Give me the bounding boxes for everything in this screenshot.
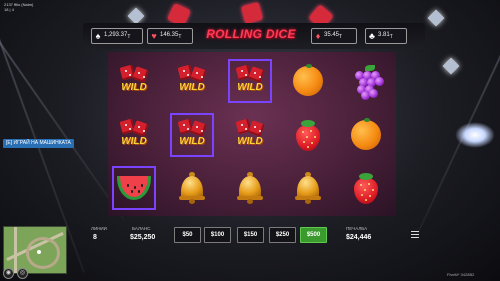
wild-symbol: WILD bbox=[116, 64, 152, 98]
eye-off-icon[interactable]: ◎ bbox=[17, 268, 28, 279]
reel-cell-wild: WILD bbox=[228, 59, 272, 103]
slot-bottom-bar: ЛИНИИ 8 БАЛАНС $25,250 $50 $100 $150 $25… bbox=[83, 216, 425, 252]
reel-cell-strawberry bbox=[287, 114, 329, 156]
eye-icon[interactable]: ◉ bbox=[3, 268, 14, 279]
game-title: ROLLING DICE bbox=[206, 27, 296, 41]
wild-label: WILD bbox=[237, 136, 263, 147]
wild-symbol: WILD bbox=[232, 64, 268, 98]
stat-value: 146.35T bbox=[160, 31, 182, 41]
bell-symbol bbox=[178, 172, 206, 204]
stat-value: 35.45T bbox=[324, 31, 343, 41]
light-glow bbox=[455, 122, 495, 148]
bet-button-100[interactable]: $100 bbox=[204, 227, 231, 243]
reel-cell-orange bbox=[287, 60, 329, 102]
gem-decoration bbox=[442, 57, 460, 75]
stat-spades: ♠ 1,293.37T bbox=[91, 28, 143, 44]
gem-decoration bbox=[127, 7, 145, 25]
stat-value: 3.81T bbox=[378, 31, 393, 41]
reel-cell-strawberry bbox=[345, 167, 387, 209]
player-hud: 2137 fflio (Naim) 18 | 4 bbox=[4, 2, 33, 12]
bet-button-250[interactable]: $250 bbox=[269, 227, 296, 243]
stat-hearts: ♥ 146.35T bbox=[147, 28, 193, 44]
diamond-icon: ♦ bbox=[315, 31, 321, 41]
wild-label: WILD bbox=[237, 82, 263, 93]
reel-cell-wild: WILD bbox=[113, 60, 155, 102]
reel-cell-wild: WILD bbox=[171, 60, 213, 102]
player-blip bbox=[37, 250, 41, 254]
balance-value: $25,250 bbox=[130, 234, 156, 241]
minimap-icons: ◉ ◎ bbox=[3, 268, 28, 279]
dice-decoration bbox=[240, 1, 264, 25]
reel-cell-bell bbox=[171, 167, 213, 209]
reel-cell-grapes bbox=[345, 60, 387, 102]
wild-label: WILD bbox=[179, 136, 205, 147]
bell-symbol bbox=[236, 172, 264, 204]
wild-symbol: WILD bbox=[116, 118, 152, 152]
strawberry-symbol bbox=[352, 172, 380, 204]
watermelon-symbol bbox=[117, 176, 151, 200]
wild-symbol: WILD bbox=[232, 118, 268, 152]
gem-decoration bbox=[427, 9, 445, 27]
wild-symbol: WILD bbox=[174, 118, 210, 152]
stat-diamonds: ♦ 35.45T bbox=[311, 28, 357, 44]
minimap bbox=[3, 226, 67, 274]
hud-line: 18 | 4 bbox=[4, 7, 14, 12]
winnings-label: ПЕЧАЛБА bbox=[346, 226, 368, 231]
bet-button-500[interactable]: $500 bbox=[300, 227, 327, 243]
spade-icon: ♠ bbox=[95, 31, 101, 41]
slot-top-bar: ♠ 1,293.37T ♥ 146.35T ROLLING DICE ♦ 35.… bbox=[83, 23, 425, 49]
watermark: FiveM* 3428B2 bbox=[447, 272, 475, 277]
bet-button-50[interactable]: $50 bbox=[174, 227, 201, 243]
stat-value: 1,293.37T bbox=[104, 31, 131, 41]
strawberry-symbol bbox=[294, 119, 322, 151]
reel-cell-wild: WILD bbox=[229, 114, 271, 156]
grapes-symbol bbox=[351, 65, 384, 100]
wild-label: WILD bbox=[121, 82, 147, 93]
lines-label: ЛИНИИ bbox=[91, 226, 107, 231]
wild-label: WILD bbox=[179, 82, 205, 93]
reel-grid: WILD WILD WILD WILD WILD WILD bbox=[108, 52, 396, 216]
reel-cell-watermelon bbox=[112, 166, 156, 210]
bell-symbol bbox=[294, 172, 322, 204]
club-icon: ♣ bbox=[369, 31, 375, 41]
slot-machine: ♠ 1,293.37T ♥ 146.35T ROLLING DICE ♦ 35.… bbox=[83, 23, 425, 243]
orange-symbol bbox=[351, 118, 381, 150]
menu-icon[interactable] bbox=[411, 231, 419, 238]
reel-cell-wild: WILD bbox=[113, 114, 155, 156]
wild-label: WILD bbox=[121, 136, 147, 147]
bet-button-150[interactable]: $150 bbox=[237, 227, 264, 243]
orange-symbol bbox=[293, 64, 323, 96]
map-road bbox=[14, 227, 17, 273]
map-racetrack bbox=[26, 237, 60, 269]
interaction-prompt: [E] ИГРАЙ НА МАШИНКАТА bbox=[3, 139, 74, 148]
heart-icon: ♥ bbox=[151, 31, 157, 41]
wild-symbol: WILD bbox=[174, 64, 210, 98]
balance-label: БАЛАНС bbox=[132, 226, 151, 231]
reel-cell-bell bbox=[229, 167, 271, 209]
reel-cell-orange bbox=[345, 114, 387, 156]
lines-value: 8 bbox=[93, 234, 97, 241]
stat-clubs: ♣ 3.81T bbox=[365, 28, 407, 44]
reel-cell-wild: WILD bbox=[170, 113, 214, 157]
winnings-value: $24,446 bbox=[346, 234, 372, 241]
reel-cell-bell bbox=[287, 167, 329, 209]
